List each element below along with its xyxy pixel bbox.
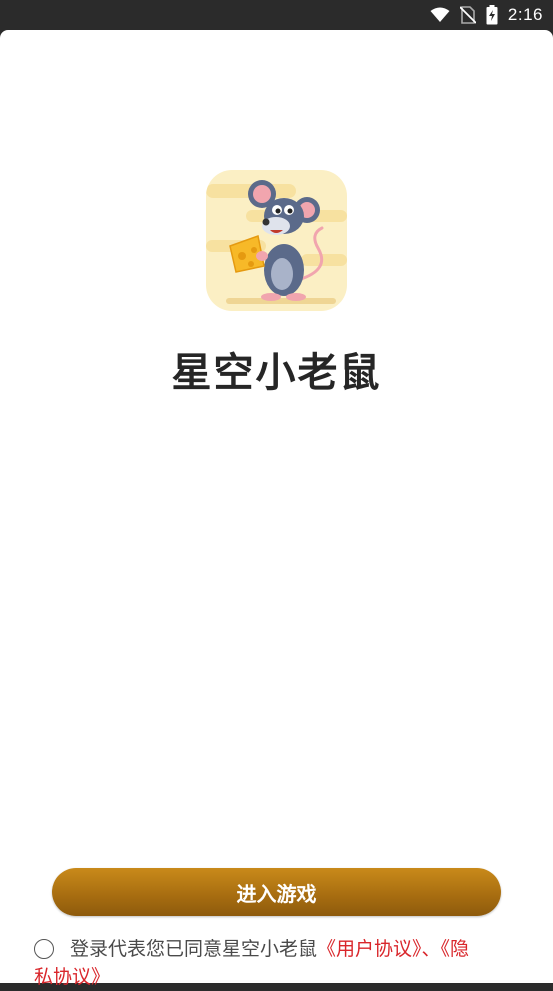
login-page: 星空小老鼠 进入游戏 登录代表您已同意星空小老鼠《用户协议》、《隐私协议》: [0, 30, 553, 988]
mouse-with-cheese-app-icon: [206, 170, 347, 311]
battery-charging-icon: [486, 5, 498, 25]
no-sim-icon: [459, 6, 476, 24]
status-icons: 2:16: [430, 0, 543, 30]
enter-game-button[interactable]: 进入游戏: [52, 868, 501, 916]
status-time: 2:16: [507, 5, 543, 24]
agreement-separator: 、: [421, 938, 441, 960]
agreement-statement: 登录代表您已同意星空小老鼠: [70, 938, 318, 960]
wifi-icon: [430, 7, 450, 23]
user-agreement-link[interactable]: 《用户协议》: [317, 938, 422, 960]
app-name: 星空小老鼠: [171, 350, 382, 396]
status-bar: 2:16: [0, 0, 553, 30]
